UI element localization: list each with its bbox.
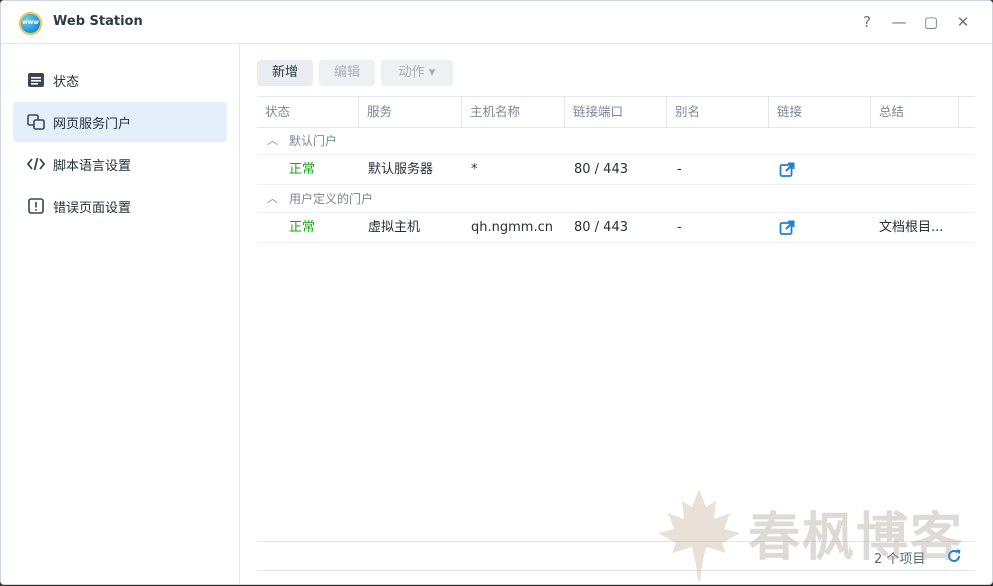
- group-label: 默认门户: [289, 134, 338, 148]
- help-icon[interactable]: ?: [858, 13, 876, 31]
- edit-button[interactable]: 编辑: [319, 60, 375, 86]
- title-bar: www Web Station ? — ▢ ✕: [1, 1, 992, 44]
- column-header-hostname[interactable]: 主机名称: [462, 97, 565, 127]
- sidebar-item-error-page[interactable]: 错误页面设置: [13, 186, 227, 226]
- maple-leaf-icon: [658, 489, 740, 581]
- watermark: 春枫博客: [656, 481, 986, 581]
- column-header-summary[interactable]: 总结: [871, 97, 959, 127]
- maximize-icon[interactable]: ▢: [922, 13, 940, 31]
- watermark-text: 春枫博客: [748, 507, 965, 568]
- column-header-port[interactable]: 链接端口: [565, 97, 667, 127]
- external-link-icon[interactable]: [779, 220, 795, 236]
- table-row[interactable]: 正常 默认服务器 * 80 / 443 -: [257, 154, 975, 185]
- column-header-alias[interactable]: 别名: [667, 97, 769, 127]
- group-header-user-defined-portal[interactable]: ︿ 用户定义的门户: [257, 184, 975, 212]
- service-cell: 默认服务器: [368, 162, 434, 177]
- group-label: 用户定义的门户: [289, 192, 374, 206]
- app-icon-text: www: [22, 19, 39, 26]
- column-header-service[interactable]: 服务: [359, 97, 462, 127]
- alias-cell: -: [677, 220, 682, 235]
- hostname-cell: qh.ngmm.cn: [471, 220, 553, 235]
- group-header-default-portal[interactable]: ︿ 默认门户: [257, 126, 975, 154]
- portal-icon: [27, 114, 45, 130]
- sidebar: 状态 网页服务门户 脚本语言设置 错误页面设置: [1, 44, 240, 584]
- sidebar-item-label: 脚本语言设置: [53, 159, 132, 174]
- status-cell: 正常: [289, 220, 316, 235]
- sidebar-item-web-portal[interactable]: 网页服务门户: [13, 102, 227, 142]
- port-cell: 80 / 443: [574, 162, 628, 177]
- service-cell: 虚拟主机: [368, 220, 421, 235]
- sidebar-item-label: 状态: [53, 75, 80, 90]
- port-cell: 80 / 443: [574, 220, 628, 235]
- create-button[interactable]: 新增: [257, 60, 313, 86]
- alias-cell: -: [677, 162, 682, 177]
- sidebar-item-label: 错误页面设置: [53, 201, 132, 216]
- window-title: Web Station: [53, 14, 143, 29]
- column-header-link[interactable]: 链接: [769, 97, 871, 127]
- column-header-status[interactable]: 状态: [257, 97, 359, 127]
- sidebar-item-label: 网页服务门户: [53, 117, 132, 132]
- action-dropdown-button[interactable]: 动作 ▾: [381, 60, 453, 86]
- error-icon: [28, 198, 44, 214]
- web-station-window: www Web Station ? — ▢ ✕ 状态 网页服务门户 脚本语言设置…: [0, 0, 993, 585]
- table-header: 状态 服务 主机名称 链接端口 别名 链接 总结: [257, 96, 975, 128]
- external-link-icon[interactable]: [779, 162, 795, 178]
- sidebar-item-script-language[interactable]: 脚本语言设置: [13, 144, 227, 184]
- sidebar-item-status[interactable]: 状态: [13, 60, 227, 100]
- code-icon: [27, 157, 45, 171]
- chevron-up-icon: ︿: [267, 134, 278, 147]
- close-icon[interactable]: ✕: [954, 13, 972, 31]
- web-station-app-icon: www: [19, 12, 42, 35]
- table-row[interactable]: 正常 虚拟主机 qh.ngmm.cn 80 / 443 - 文档根目...: [257, 212, 975, 243]
- hostname-cell: *: [471, 162, 478, 177]
- summary-cell: 文档根目...: [879, 220, 944, 235]
- chevron-up-icon: ︿: [267, 192, 278, 205]
- minimize-icon[interactable]: —: [890, 13, 908, 31]
- status-cell: 正常: [289, 162, 316, 177]
- list-icon: [28, 73, 44, 87]
